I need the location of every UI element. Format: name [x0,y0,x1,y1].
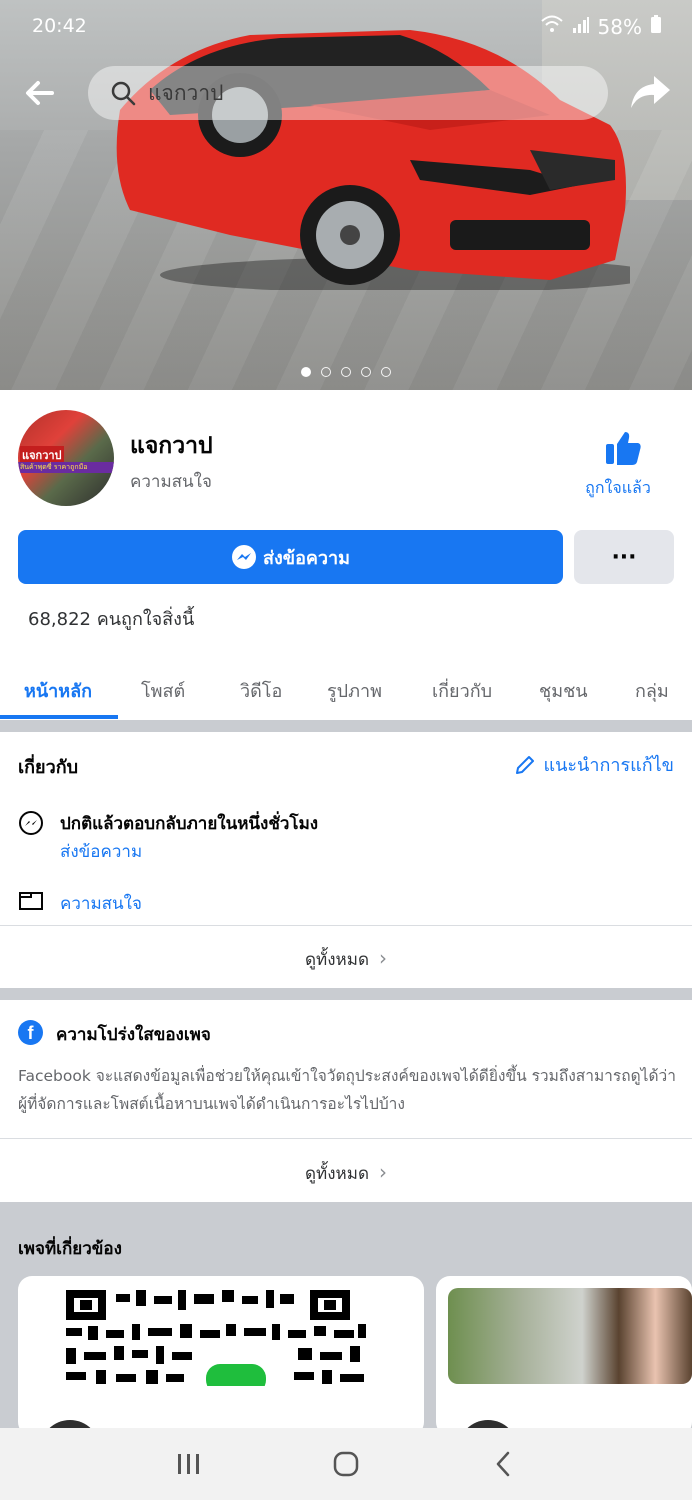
suggest-edit-label: แนะนำการแก้ไข [543,755,674,776]
messenger-icon [231,545,256,569]
carousel-dot[interactable] [341,367,351,377]
tab-videos[interactable]: วิดีโอ [240,676,282,705]
arrow-left-icon [26,81,54,105]
battery-level: 58% [597,14,642,39]
tab-home[interactable]: หน้าหลัก [24,676,92,705]
tab-about[interactable]: เกี่ยวกับ [432,676,492,705]
send-message-link[interactable]: ส่งข้อความ [60,838,142,865]
related-page-card[interactable] [18,1276,424,1436]
thumbs-up-icon [606,432,641,465]
suggest-edit-link[interactable]: แนะนำการแก้ไข [513,750,674,779]
page-category: ความสนใจ [130,472,212,492]
tab-posts[interactable]: โพสต์ [141,676,185,705]
related-page-cover-photo [448,1288,692,1384]
carousel-dot[interactable] [301,367,311,377]
send-message-label: ส่งข้อความ [262,547,350,569]
send-message-button[interactable]: ส่งข้อความ [18,530,563,584]
avatar-subtext: สินค้าพุดซี่ ราคาถูกมือ [18,462,114,473]
more-options-button[interactable]: ··· [574,530,674,584]
section-divider [0,988,692,1000]
top-bar: แจกวาป [0,64,692,122]
share-arrow-icon [631,76,670,108]
tab-photos[interactable]: รูปภาพ [327,676,382,705]
recent-apps-button[interactable] [169,1444,209,1484]
transparency-body: Facebook จะแสดงข้อมูลเพื่อช่วยให้คุณเข้า… [18,1067,676,1113]
search-bar[interactable]: แจกวาป [88,66,608,120]
messenger-outline-icon [19,811,43,835]
page-avatar[interactable]: แจกวาป สินค้าพุดซี่ ราคาถูกมือ [18,410,114,506]
car-image [116,30,630,290]
signal-icon [572,15,590,39]
status-time: 20:42 [32,15,87,37]
qr-code-image [66,1290,370,1386]
category-icon [19,892,43,910]
chevron-right-icon: › [379,1160,387,1184]
back-button[interactable] [22,76,62,110]
search-icon [111,81,136,106]
battery-icon [650,14,662,39]
see-all-label: ดูทั้งหมด [305,950,369,970]
response-time: ปกติแล้วตอบกลับภายในหนึ่งชั่วโมง [60,814,319,834]
divider [0,1138,692,1139]
chevron-left-icon [497,1451,510,1477]
liked-label: ถูกใจแล้ว [585,478,651,497]
tab-community[interactable]: ชุมชน [539,676,588,705]
category-link[interactable]: ความสนใจ [60,890,142,917]
carousel-dots [0,367,692,377]
see-all-label: ดูทั้งหมด [305,1164,369,1184]
see-all-about-button[interactable]: ดูทั้งหมด › [0,946,692,973]
back-nav-button[interactable] [483,1444,523,1484]
home-button[interactable] [326,1444,366,1484]
recent-apps-icon [177,1454,199,1474]
active-tab-indicator [0,715,118,719]
tab-groups[interactable]: กลุ่ม [635,676,669,705]
page-name: แจกวาป [130,433,213,459]
section-divider [0,720,692,732]
android-nav-bar [0,1428,692,1500]
cover-photo[interactable] [0,0,692,390]
wifi-icon [540,14,564,39]
search-query: แจกวาป [148,80,224,105]
share-button[interactable] [628,72,672,112]
divider [0,925,692,926]
facebook-icon: f [18,1020,43,1045]
carousel-dot[interactable] [321,367,331,377]
page-tabs: หน้าหลัก โพสต์ วิดีโอ รูปภาพ เกี่ยวกับ ช… [0,660,692,720]
related-page-card[interactable] [436,1276,692,1436]
liked-button[interactable]: ถูกใจแล้ว [585,428,658,501]
see-all-transparency-button[interactable]: ดูทั้งหมด › [0,1160,692,1187]
status-icons: 58% [540,14,662,39]
status-bar: 20:42 58% [0,0,692,54]
pencil-icon [516,755,535,774]
carousel-dot[interactable] [361,367,371,377]
home-circle-icon [333,1451,359,1477]
chevron-right-icon: › [379,946,387,970]
transparency-title: ความโปร่งใสของเพจ [56,1025,211,1045]
about-title: เกี่ยวกับ [18,757,79,778]
carousel-dot[interactable] [381,367,391,377]
related-pages-title: เพจที่เกี่ยวข้อง [18,1239,122,1259]
likes-count: 68,822 คนถูกใจสิ่งนี้ [28,609,195,630]
